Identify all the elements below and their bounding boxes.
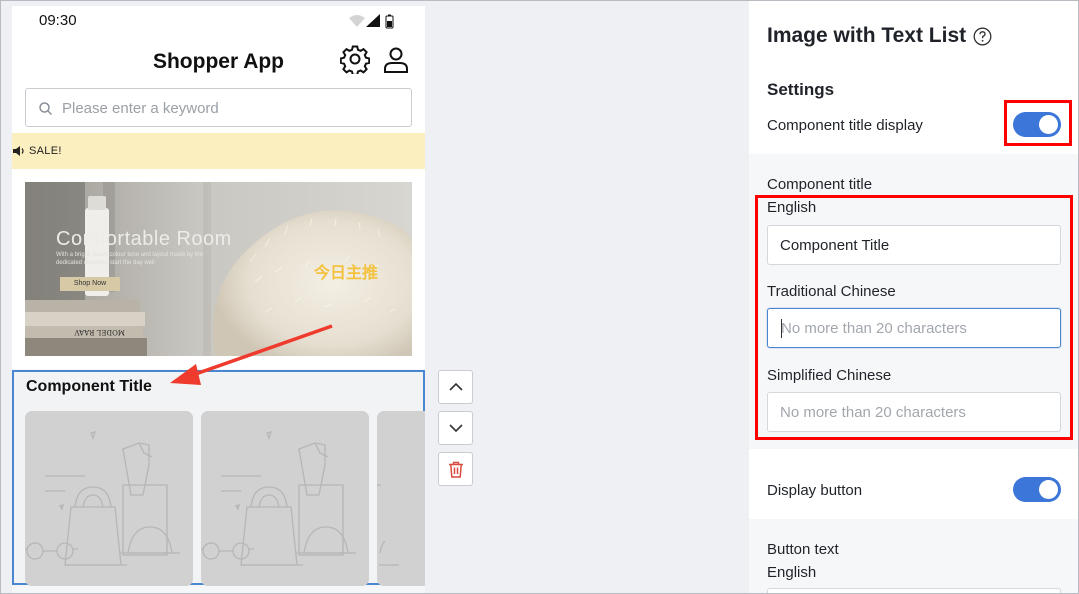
user-icon[interactable] [381,44,411,74]
traditional-chinese-placeholder: No more than 20 characters [781,320,967,337]
signal-icon [366,14,380,27]
search-placeholder: Please enter a keyword [62,100,219,117]
status-time: 09:30 [39,12,77,29]
traditional-chinese-input[interactable]: No more than 20 characters [767,308,1061,348]
svg-text:MODEL RAAV: MODEL RAAV [73,328,125,336]
display-button-section: Display button [749,449,1079,519]
delete-button[interactable] [438,452,473,486]
list-item-placeholder-image[interactable] [377,411,425,586]
phone-preview: 09:30 Shopper App Please enter a keyword… [12,6,425,594]
banner-image[interactable]: MODEL RAAV Comfortable Room With a brigh… [25,182,412,356]
button-text-english-label: English [767,564,817,581]
settings-panel: Image with Text List Settings Component … [749,0,1079,594]
speaker-icon [13,146,24,156]
search-icon [39,102,53,116]
banner-subline: With a bright, warm colour tone and layo… [56,252,204,258]
gear-icon[interactable] [340,44,370,74]
chevron-up-icon [449,382,463,391]
display-button-toggle[interactable] [1013,477,1061,502]
banner-headline: Comfortable Room [56,228,232,250]
toggle-knob [1039,115,1058,134]
announcement-bar[interactable]: SALE! [12,133,425,169]
settings-heading: Settings [767,80,835,99]
shopping-placeholder-icon [377,484,399,566]
wifi-icon [349,15,365,27]
display-button-label: Display button [767,482,863,499]
move-down-button[interactable] [438,411,473,445]
search-section: Please enter a keyword [12,86,425,136]
shopping-placeholder-icon [201,431,356,566]
announcement-text: SALE! [29,145,62,157]
search-input[interactable]: Please enter a keyword [25,88,412,127]
button-text-label: Button text [767,541,839,558]
status-bar: 09:30 [12,6,425,36]
english-title-input[interactable]: Component Title [767,225,1061,265]
chevron-down-icon [449,424,463,433]
status-icons [349,14,394,29]
help-icon[interactable] [973,27,992,46]
list-item-placeholder-image[interactable] [201,411,369,586]
banner-subline: dedicated designer, start the day well [56,260,155,266]
shopping-placeholder-icon [25,431,180,566]
banner-shop-button[interactable]: Shop Now [60,277,120,291]
simplified-chinese-label: Simplified Chinese [767,367,892,384]
title-display-toggle[interactable] [1013,112,1061,137]
english-label: English [767,199,817,216]
battery-icon [385,14,394,29]
simplified-chinese-input[interactable]: No more than 20 characters [767,392,1061,432]
trash-icon [449,461,463,478]
traditional-chinese-label: Traditional Chinese [767,283,896,300]
banner-section: MODEL RAAV Comfortable Room With a brigh… [12,169,425,369]
component-title-label: Component title [767,176,873,193]
title-display-label: Component title display [767,117,923,134]
button-text-english-input[interactable] [767,588,1061,594]
move-up-button[interactable] [438,370,473,404]
image-text-list-component[interactable]: Component Title [12,370,425,586]
banner-badge: 今日主推 [314,265,379,282]
component-title: Component Title [26,378,152,395]
settings-header-section: Image with Text List Settings Component … [749,0,1079,154]
list-item-placeholder-image[interactable] [25,411,193,586]
panel-title: Image with Text List [767,24,967,47]
toggle-knob [1039,480,1058,499]
app-bar: Shopper App [12,36,425,86]
